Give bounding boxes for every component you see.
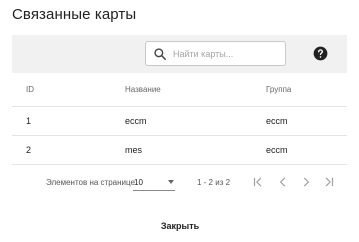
dialog-title: Связанные карты: [12, 6, 137, 23]
help-icon[interactable]: [313, 46, 328, 61]
close-button[interactable]: Закрыть: [150, 216, 210, 236]
cell-group: eccm: [266, 145, 288, 155]
cell-group: eccm: [266, 116, 288, 126]
cell-id: 2: [26, 145, 32, 155]
cell-name: mes: [125, 145, 143, 155]
column-header-id[interactable]: ID: [26, 73, 34, 106]
cell-name: eccm: [125, 116, 147, 126]
cell-id: 1: [26, 116, 32, 126]
linked-maps-table: ID Название Группа 1 eccm eccm 2 mes ecc…: [12, 73, 347, 165]
table-row[interactable]: 2 mes eccm: [12, 136, 347, 165]
paginator: Элементов на странице 10 1 - 2 из 2: [12, 172, 347, 194]
table-row[interactable]: 1 eccm eccm: [12, 107, 347, 136]
first-page-icon[interactable]: [251, 175, 265, 189]
search-icon: [154, 48, 167, 61]
range-label: 1 - 2 из 2: [197, 178, 231, 187]
search-input[interactable]: [173, 43, 283, 64]
linked-maps-dialog: Связанные карты ID Название Группа 1 ecc…: [0, 0, 359, 242]
table-toolbar: [12, 35, 347, 73]
page-size-value: 10: [134, 178, 143, 187]
page-size-select[interactable]: 10: [133, 174, 175, 191]
column-header-group[interactable]: Группа: [266, 73, 291, 106]
last-page-icon[interactable]: [322, 175, 336, 189]
items-per-page-label: Элементов на странице: [46, 178, 135, 187]
search-field[interactable]: [145, 41, 286, 66]
table-header-row: ID Название Группа: [12, 73, 347, 107]
chevron-down-icon: [168, 180, 174, 184]
chevron-right-icon[interactable]: [299, 175, 313, 189]
chevron-left-icon[interactable]: [276, 175, 290, 189]
column-header-name[interactable]: Название: [125, 73, 161, 106]
